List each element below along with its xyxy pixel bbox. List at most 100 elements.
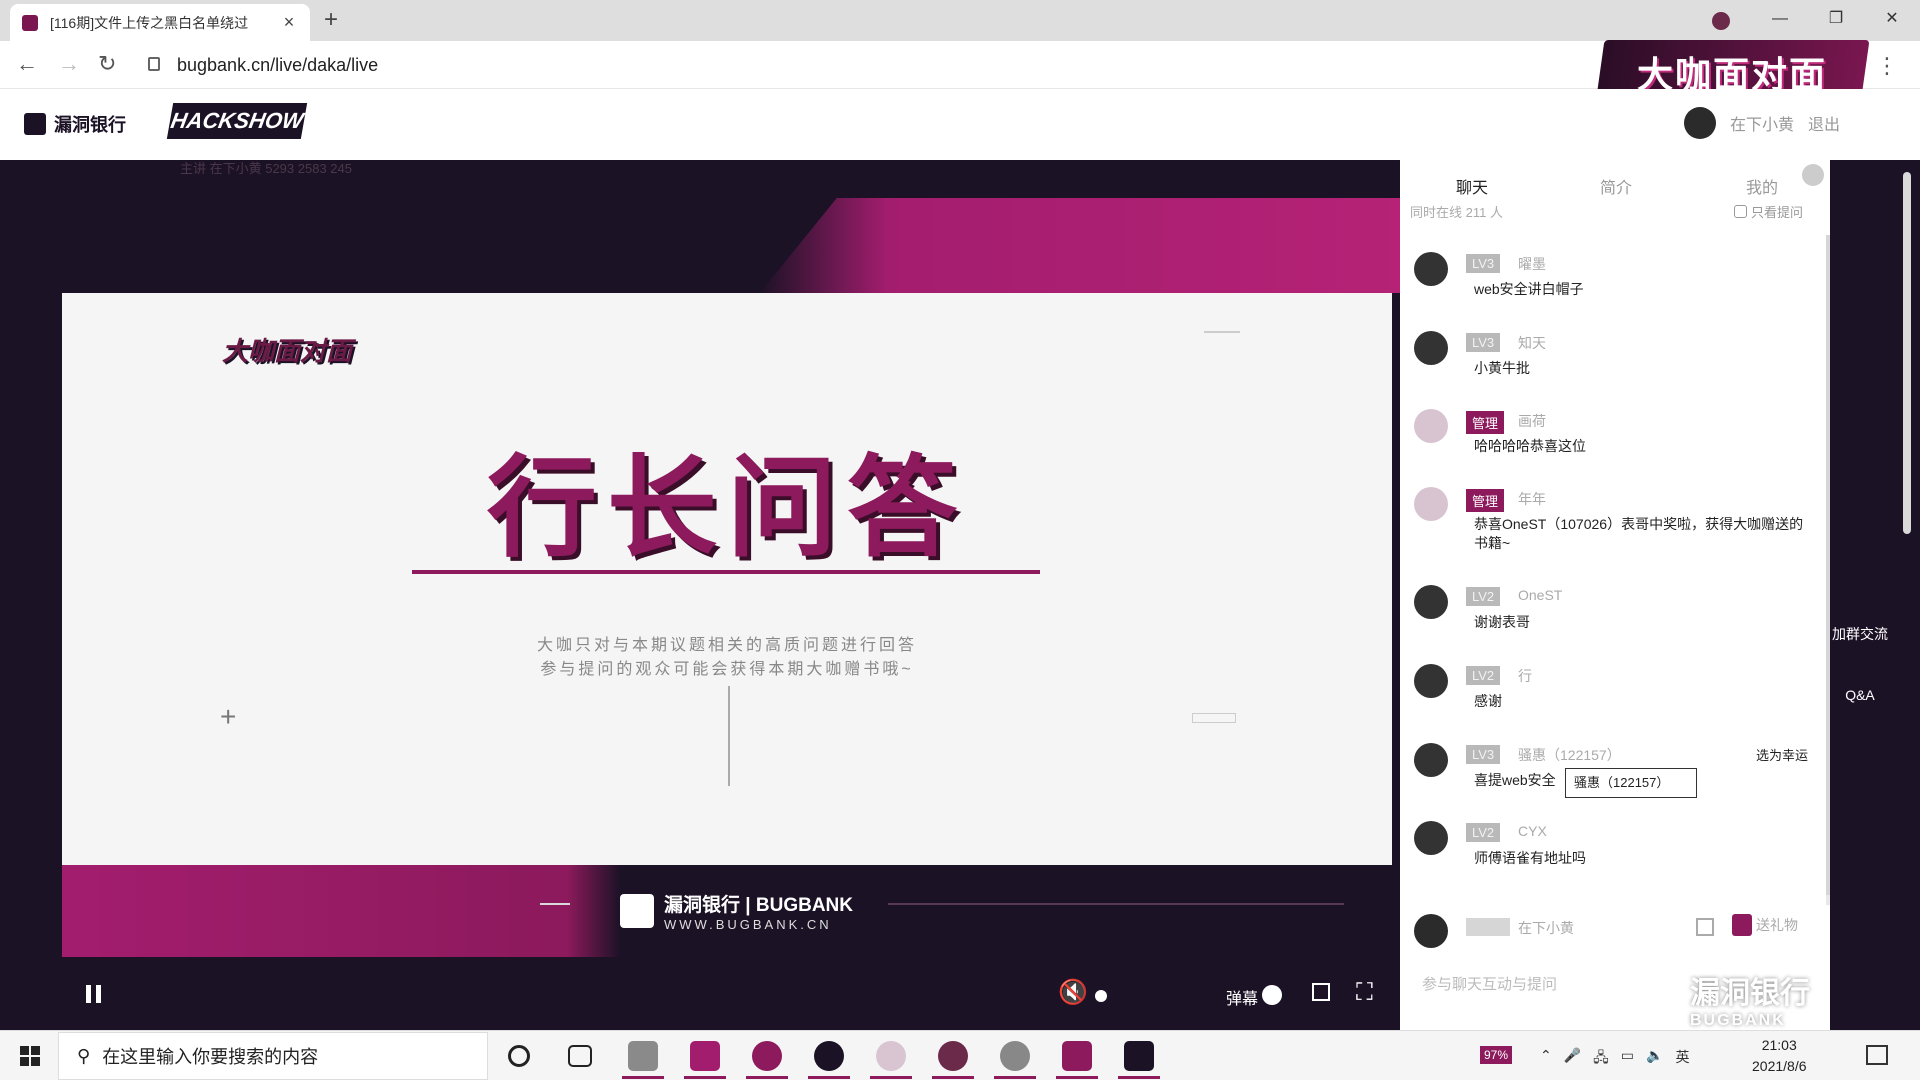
network-icon[interactable]: 🖧: [1593, 1047, 1609, 1071]
mute-icon[interactable]: 🔇: [1058, 978, 1088, 1007]
bugbank-logo-icon: [24, 113, 46, 135]
app-icon[interactable]: [870, 1041, 912, 1079]
file-explorer-icon[interactable]: [622, 1041, 664, 1079]
back-button[interactable]: ←: [16, 51, 38, 77]
notification-icon[interactable]: [1866, 1045, 1888, 1065]
qa-link[interactable]: Q&A: [1830, 686, 1890, 704]
avatar[interactable]: [1414, 664, 1448, 698]
chevron-up-icon[interactable]: ⌃: [1540, 1047, 1552, 1071]
nickname[interactable]: 画荷: [1518, 411, 1546, 431]
reload-button[interactable]: ↻: [98, 51, 116, 77]
avatar[interactable]: [1414, 821, 1448, 855]
nickname[interactable]: 曜墨: [1518, 254, 1546, 274]
window-controls: — ❐ ✕: [1752, 0, 1920, 41]
slide-decor-line: [888, 903, 1344, 905]
message-text: 哈哈哈哈恭喜这位: [1474, 438, 1586, 454]
tab-mine[interactable]: 我的: [1746, 174, 1778, 198]
restore-button[interactable]: ❐: [1808, 0, 1864, 41]
nickname[interactable]: CYX: [1518, 823, 1547, 839]
close-window-button[interactable]: ✕: [1864, 0, 1920, 41]
app-icon[interactable]: [994, 1041, 1036, 1079]
video-player[interactable]: 主讲 在下小黄 5293 2583 245 大咖面对面 行长问答 大咖只对与本期…: [0, 160, 1400, 1030]
nickname[interactable]: 行: [1518, 666, 1532, 686]
level-badge: LV2: [1466, 823, 1501, 842]
site-header: 漏洞银行 HACKSHOW 在下小黄 退出: [0, 89, 1920, 160]
cortana-icon[interactable]: [508, 1045, 530, 1067]
system-tray: ⌃ 🎤 🖧 ▭ 🔈 英: [1540, 1047, 1689, 1071]
tab-chat[interactable]: 聊天: [1456, 174, 1488, 198]
danmu-toggle[interactable]: [1262, 985, 1282, 1005]
nickname-tooltip: 骚惠（122157）: [1565, 768, 1697, 798]
battery-indicator[interactable]: 97%: [1480, 1046, 1513, 1064]
only-questions-filter[interactable]: 只看提问: [1734, 202, 1803, 221]
slide: 大咖面对面 行长问答 大咖只对与本期议题相关的高质问题进行回答 参与提问的观众可…: [62, 293, 1392, 865]
avatar[interactable]: [1414, 331, 1448, 365]
select-lucky-button[interactable]: 选为幸运: [1756, 745, 1808, 764]
terminal-icon[interactable]: [1118, 1041, 1160, 1079]
admin-badge: 管理: [1466, 489, 1505, 512]
browser-tab[interactable]: [116期]文件上传之黑白名单绕过 ×: [10, 4, 310, 41]
only-questions-label: 只看提问: [1751, 205, 1804, 220]
minimize-button[interactable]: —: [1752, 0, 1808, 41]
nickname[interactable]: 知天: [1518, 333, 1546, 353]
join-group-link[interactable]: 加群交流: [1830, 625, 1890, 643]
page-scroll-thumb[interactable]: [1903, 172, 1911, 534]
level-badge: LV2: [1466, 587, 1501, 606]
theater-mode-icon[interactable]: [1312, 983, 1330, 1001]
slide-subtitle-2: 参与提问的观众可能会获得本期大咖赠书哦~: [540, 661, 914, 678]
burp-icon[interactable]: [1056, 1041, 1098, 1079]
firefox-icon[interactable]: [932, 1041, 974, 1079]
volume-icon[interactable]: 🔈: [1646, 1047, 1663, 1071]
watermark-main: 漏洞银行: [1690, 977, 1810, 1010]
close-tab-icon[interactable]: ×: [280, 12, 298, 33]
message-text: 小黄牛批: [1474, 360, 1530, 376]
online-count: 同时在线 211 人: [1410, 205, 1503, 220]
fullscreen-icon[interactable]: ⛶: [1356, 979, 1373, 1007]
task-view-icon[interactable]: [568, 1045, 592, 1067]
user-avatar[interactable]: [1684, 107, 1716, 139]
chrome-icon[interactable]: [746, 1041, 788, 1079]
nickname[interactable]: 骚惠（122157）: [1518, 745, 1621, 765]
browser-menu-icon[interactable]: ⋮: [1876, 53, 1898, 79]
display-icon[interactable]: ▭: [1621, 1047, 1634, 1071]
nickname[interactable]: OneST: [1518, 587, 1562, 603]
url-field[interactable]: bugbank.cn/live/daka/live: [177, 55, 378, 76]
taskbar-clock[interactable]: 21:03 2021/8/6: [1752, 1035, 1807, 1077]
new-tab-button[interactable]: +: [324, 6, 338, 34]
admin-badge: 管理: [1466, 411, 1505, 434]
volume-slider[interactable]: [1095, 990, 1107, 1002]
site-logo[interactable]: 漏洞银行: [24, 111, 126, 137]
nickname[interactable]: 年年: [1518, 489, 1546, 509]
taskbar-search[interactable]: ⚲ 在这里输入你要搜索的内容: [58, 1032, 488, 1080]
only-questions-checkbox[interactable]: [1734, 205, 1747, 218]
avatar[interactable]: [1414, 914, 1448, 948]
ime-icon[interactable]: 英: [1675, 1047, 1689, 1071]
microphone-icon[interactable]: 🎤: [1564, 1047, 1581, 1071]
profile-icon[interactable]: [1712, 12, 1730, 30]
logout-link[interactable]: 退出: [1808, 111, 1840, 135]
browser-tab-strip: [116期]文件上传之黑白名单绕过 × + — ❐ ✕: [0, 0, 1920, 41]
list-icon[interactable]: [1696, 918, 1714, 936]
chat-input[interactable]: 参与聊天互动与提问: [1422, 973, 1557, 994]
forward-button[interactable]: →: [58, 51, 80, 77]
obs-icon[interactable]: [808, 1041, 850, 1079]
gift-icon: [1732, 914, 1752, 936]
message-text: web安全讲白帽子: [1474, 281, 1584, 297]
avatar[interactable]: [1414, 585, 1448, 619]
message-text: 师傅语雀有地址吗: [1474, 850, 1586, 866]
avatar[interactable]: [1414, 409, 1448, 443]
powerpoint-icon[interactable]: [684, 1041, 726, 1079]
tab-intro[interactable]: 简介: [1600, 174, 1632, 198]
avatar[interactable]: [1414, 252, 1448, 286]
level-badge: LV3: [1466, 745, 1501, 764]
page-scrollbar[interactable]: [1900, 170, 1914, 1030]
gift-button[interactable]: 送礼物: [1732, 914, 1798, 936]
hackshow-logo[interactable]: HACKSHOW: [166, 103, 308, 139]
avatar[interactable]: [1414, 743, 1448, 777]
header-user: 在下小黄 退出: [1684, 107, 1840, 139]
user-name[interactable]: 在下小黄: [1730, 111, 1794, 135]
tab-title: [116期]文件上传之黑白名单绕过: [50, 14, 249, 31]
pause-icon[interactable]: [86, 985, 101, 1003]
avatar[interactable]: [1414, 487, 1448, 521]
windows-start-icon[interactable]: [20, 1046, 40, 1066]
